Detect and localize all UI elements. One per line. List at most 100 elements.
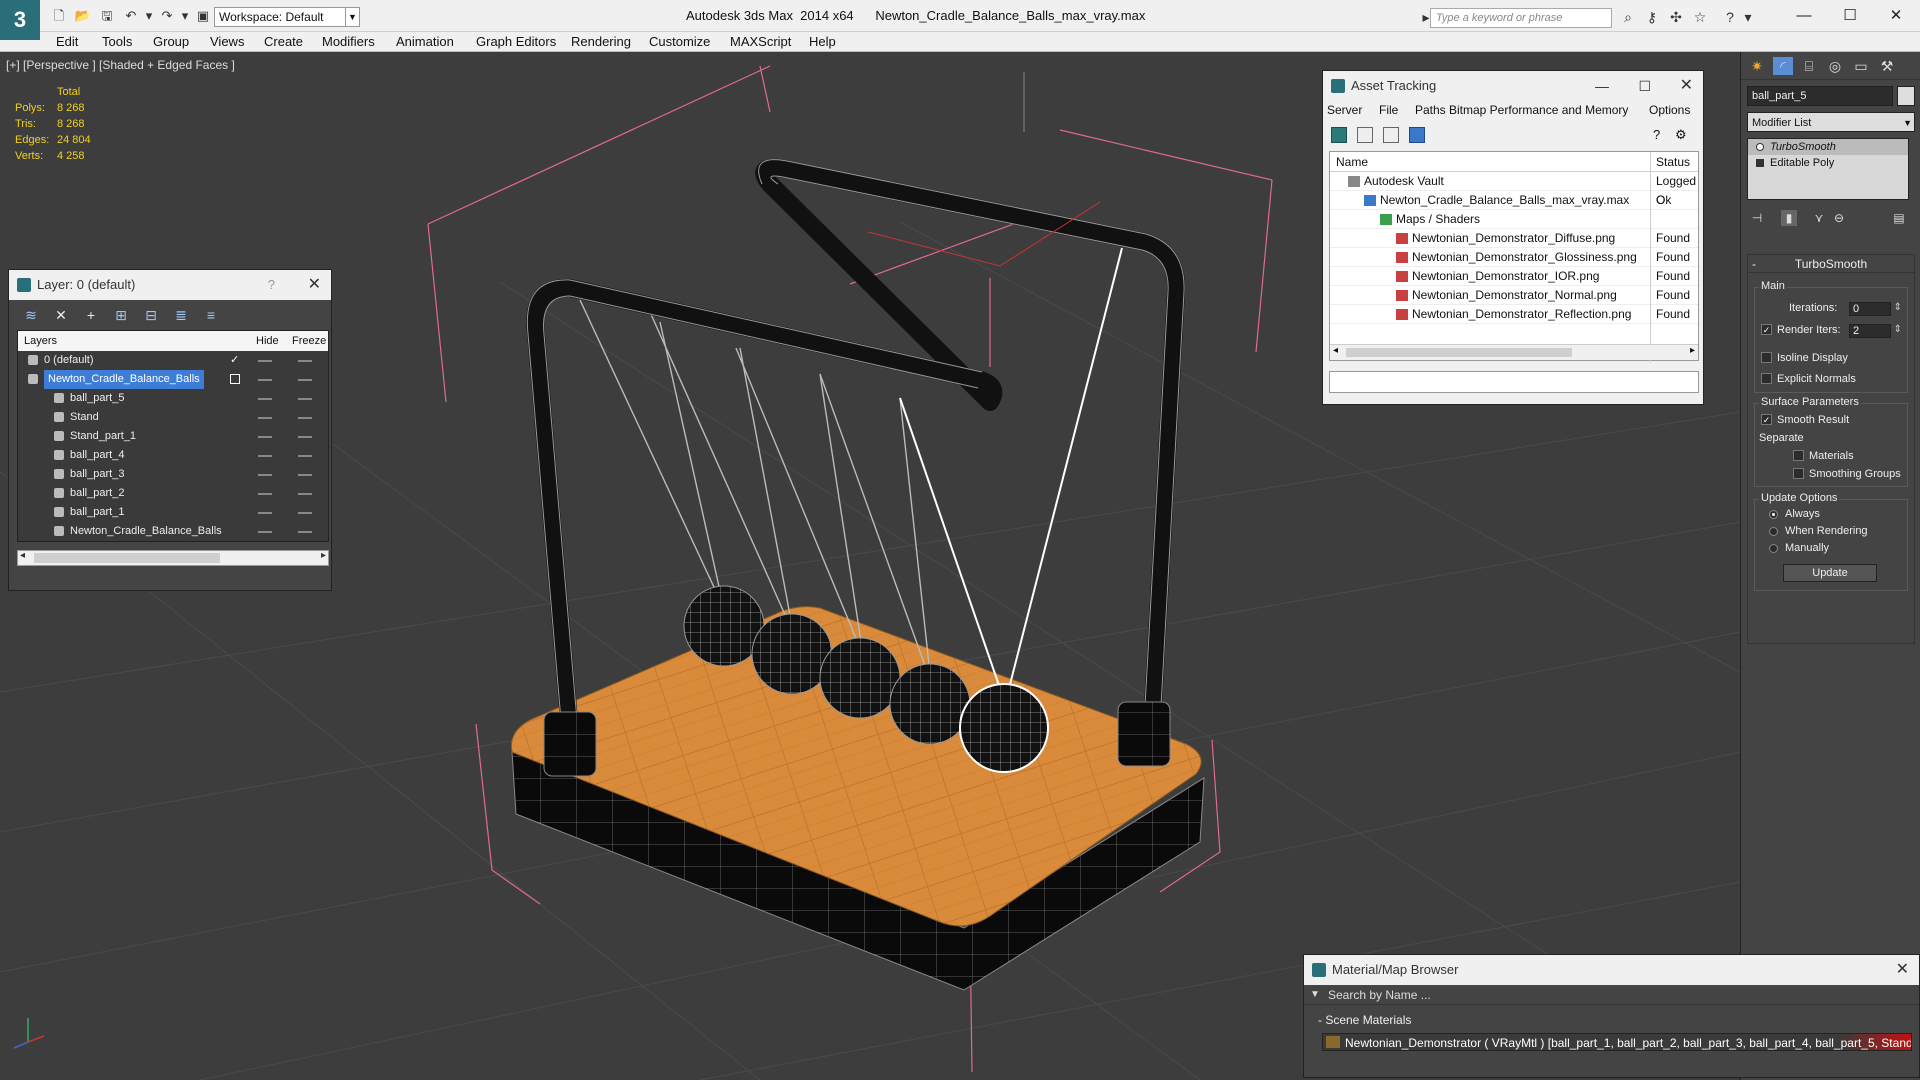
select-objects-icon[interactable]: ⊞: [113, 307, 129, 323]
asset-row[interactable]: Maps / Shaders: [1330, 210, 1698, 229]
menu-help[interactable]: Help: [809, 34, 836, 49]
layer-row[interactable]: Newton_Cradle_Balance_Balls: [18, 370, 328, 389]
asset-row[interactable]: Newtonian_Demonstrator_Diffuse.png Found: [1330, 229, 1698, 248]
asset-row[interactable]: Newtonian_Demonstrator_Glossiness.png Fou…: [1330, 248, 1698, 267]
undo-icon[interactable]: ↶: [122, 8, 140, 24]
freeze-toggle[interactable]: [298, 531, 312, 533]
material-item[interactable]: Newtonian_Demonstrator ( VRayMtl ) [ball…: [1322, 1033, 1912, 1051]
layer-row[interactable]: ball_part_3: [18, 465, 328, 484]
freeze-toggle[interactable]: [298, 512, 312, 514]
freeze-toggle[interactable]: [298, 417, 312, 419]
column-name[interactable]: Name: [1336, 152, 1368, 172]
freeze-toggle[interactable]: [298, 360, 312, 362]
asset-row[interactable]: Autodesk Vault Logged O: [1330, 172, 1698, 207]
when-rendering-radio[interactable]: [1769, 527, 1778, 536]
utilities-tab-icon[interactable]: ⚒: [1877, 57, 1897, 75]
maximize-icon[interactable]: ☐: [1830, 4, 1870, 28]
minimize-icon[interactable]: —: [1595, 71, 1609, 101]
scroll-right-icon[interactable]: ▸: [321, 550, 326, 561]
hide-toggle[interactable]: [258, 360, 272, 362]
asset-menu-file[interactable]: File: [1379, 103, 1398, 117]
menu-modifiers[interactable]: Modifiers: [322, 34, 375, 49]
new-file-icon[interactable]: 🗋: [50, 8, 68, 24]
render-iters-spinner[interactable]: 2: [1849, 324, 1902, 338]
freeze-toggle[interactable]: [298, 455, 312, 457]
scene-materials-group[interactable]: - Scene Materials: [1308, 1011, 1914, 1029]
layers-icon[interactable]: ≋: [23, 307, 39, 323]
asset-row[interactable]: Newtonian_Demonstrator_Normal.png Found: [1330, 286, 1698, 305]
display-tab-icon[interactable]: ▭: [1851, 57, 1871, 75]
asset-menu-server[interactable]: Server: [1327, 103, 1362, 117]
scroll-thumb[interactable]: [34, 553, 220, 563]
motion-tab-icon[interactable]: ◎: [1825, 57, 1845, 75]
filter-icon[interactable]: ▼: [1310, 985, 1320, 1005]
menu-views[interactable]: Views: [210, 34, 244, 49]
asset-horizontal-scrollbar[interactable]: ◂ ▸: [1330, 344, 1698, 360]
hide-all-icon[interactable]: ≣: [173, 307, 189, 323]
scroll-thumb[interactable]: [1346, 348, 1572, 357]
expand-icon[interactable]: [1756, 159, 1764, 167]
hide-toggle[interactable]: [258, 455, 272, 457]
layer-row[interactable]: ball_part_4: [18, 446, 328, 465]
menu-animation[interactable]: Animation: [396, 34, 454, 49]
close-icon[interactable]: ✕: [1876, 4, 1916, 28]
layer-row[interactable]: ball_part_2: [18, 484, 328, 503]
layer-panel-titlebar[interactable]: Layer: 0 (default) ? ✕: [9, 270, 331, 300]
show-end-result-icon[interactable]: ▮: [1781, 210, 1797, 226]
project-folder-icon[interactable]: ▣: [194, 8, 212, 24]
pin-stack-icon[interactable]: ⊣: [1749, 210, 1765, 226]
close-icon[interactable]: ✕: [308, 270, 321, 300]
menu-customize[interactable]: Customize: [649, 34, 710, 49]
add-layer-icon[interactable]: +: [83, 307, 99, 323]
freeze-toggle[interactable]: [298, 493, 312, 495]
scroll-left-icon[interactable]: ◂: [1333, 345, 1338, 356]
isoline-checkbox[interactable]: [1761, 352, 1772, 363]
render-iters-checkbox[interactable]: ✓: [1761, 324, 1772, 335]
stack-item-editable-poly[interactable]: Editable Poly: [1748, 155, 1908, 171]
hide-toggle[interactable]: [258, 379, 272, 381]
hide-toggle[interactable]: [258, 398, 272, 400]
layer-row[interactable]: ball_part_5: [18, 389, 328, 408]
layer-row[interactable]: Stand: [18, 408, 328, 427]
hide-toggle[interactable]: [258, 493, 272, 495]
freeze-all-icon[interactable]: ≡: [203, 307, 219, 323]
create-tab-icon[interactable]: ✷: [1747, 57, 1767, 75]
manually-radio[interactable]: [1769, 544, 1778, 553]
layer-row[interactable]: Stand_part_1: [18, 427, 328, 446]
close-icon[interactable]: ✕: [1680, 71, 1693, 101]
minimize-icon[interactable]: —: [1784, 4, 1824, 28]
undo-dropdown-icon[interactable]: ▾: [140, 8, 158, 24]
make-unique-icon[interactable]: ⋎: [1811, 210, 1827, 226]
column-status[interactable]: Status: [1656, 152, 1690, 172]
asset-menu-paths[interactable]: Paths: [1415, 103, 1446, 117]
maximize-icon[interactable]: ☐: [1638, 71, 1651, 101]
modifier-list-dropdown[interactable]: Modifier List ▼: [1747, 112, 1915, 132]
satellite-icon[interactable]: ✣: [1668, 9, 1684, 25]
asset-row[interactable]: Newtonian_Demonstrator_Reflection.png Fou…: [1330, 305, 1698, 324]
always-radio[interactable]: [1769, 510, 1778, 519]
asset-panel-titlebar[interactable]: Asset Tracking — ☐ ✕: [1323, 71, 1703, 101]
hide-toggle[interactable]: [258, 512, 272, 514]
redo-dropdown-icon[interactable]: ▾: [176, 8, 194, 24]
app-logo-icon[interactable]: 3: [0, 0, 40, 40]
asset-path-field[interactable]: [1329, 371, 1699, 393]
lightbulb-icon[interactable]: [1756, 143, 1764, 151]
current-layer-box-icon[interactable]: [230, 374, 240, 384]
menu-create[interactable]: Create: [264, 34, 303, 49]
layer-row[interactable]: Newton_Cradle_Balance_Balls: [18, 522, 328, 541]
stack-item-turbosmooth[interactable]: TurboSmooth: [1748, 139, 1908, 155]
column-layers[interactable]: Layers: [24, 331, 57, 351]
help-dropdown-icon[interactable]: ▾: [1740, 9, 1756, 25]
menu-tools[interactable]: Tools: [102, 34, 132, 49]
star-icon[interactable]: ☆: [1692, 9, 1708, 25]
refresh-icon[interactable]: [1331, 127, 1347, 143]
smooth-result-checkbox[interactable]: ✓: [1761, 414, 1772, 425]
configure-sets-icon[interactable]: ▤: [1891, 210, 1907, 226]
menu-rendering[interactable]: Rendering: [571, 34, 631, 49]
hide-toggle[interactable]: [258, 436, 272, 438]
close-icon[interactable]: ✕: [1896, 955, 1909, 985]
help-icon[interactable]: ?: [1722, 9, 1738, 25]
menu-maxscript[interactable]: MAXScript: [730, 34, 791, 49]
table-view-icon[interactable]: [1383, 127, 1399, 143]
smoothing-groups-checkbox[interactable]: [1793, 468, 1804, 479]
